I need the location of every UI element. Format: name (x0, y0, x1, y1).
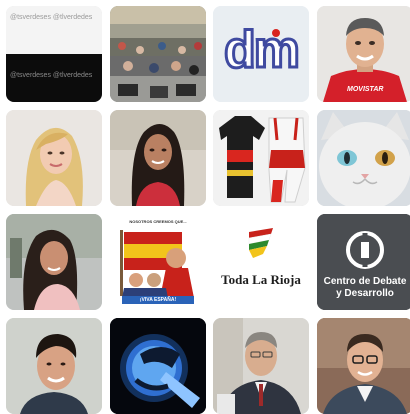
avatar-woman-curly-hair[interactable] (6, 214, 102, 310)
org-name-line1: Centro de Debate (323, 276, 407, 287)
avatar-image (6, 214, 102, 310)
avatar-woman-red-top[interactable] (110, 110, 206, 206)
avatar-white-cat[interactable] (317, 110, 410, 206)
avatar-glowing-logo[interactable] (110, 318, 206, 414)
avatar-young-man[interactable] (6, 318, 102, 414)
avatar-image (213, 110, 309, 206)
brand-name: Toda La Rioja (221, 272, 301, 287)
avatar-cycling-kit[interactable] (213, 110, 309, 206)
avatar-image (6, 110, 102, 206)
org-name-line2: y Desarrollo (336, 288, 394, 299)
avatar-image (6, 318, 102, 414)
avatar-dm-logo[interactable]: dm (213, 6, 309, 102)
avatar-viva-espana-poster[interactable]: NOSOTROS CREEMOS QUE... ¡VIVA ESPAÑA! (110, 214, 206, 310)
avatar-centro-debate[interactable]: Centro de Debate y Desarrollo (317, 214, 410, 310)
poster-header: NOSOTROS CREEMOS QUE... (129, 219, 187, 224)
avatar-conference-hall[interactable] (110, 6, 206, 102)
avatar-man-red-shirt[interactable]: MOVISTAR (317, 6, 410, 102)
avatar-man-in-suit[interactable] (213, 318, 309, 414)
avatar-man-glasses[interactable] (317, 318, 410, 414)
avatar-toda-la-rioja[interactable]: Toda La Rioja (213, 214, 309, 310)
avatar-image (317, 110, 410, 206)
poster-footer: ¡VIVA ESPAÑA! (139, 296, 177, 303)
handle-text-top: @tsverdeses @tlverdedes (10, 14, 93, 21)
glowing-emblem-icon (110, 318, 206, 414)
rioja-flag-icon (213, 214, 309, 310)
avatar-grid: @tsverdeses @tlverdedes @tsverdeses @tlv… (0, 0, 410, 414)
avatar-image (110, 6, 206, 102)
avatar-image (317, 318, 410, 414)
dm-logo-text: dm (223, 20, 302, 81)
avatar-image (110, 110, 206, 206)
shirt-text: MOVISTAR (347, 86, 384, 93)
avatar-blonde-woman[interactable] (6, 110, 102, 206)
avatar-image (213, 318, 309, 414)
handle-text-bottom: @tsverdeses @tlverdedes (10, 72, 93, 79)
avatar-tsverdeses[interactable]: @tsverdeses @tlverdedes @tsverdeses @tlv… (6, 6, 102, 102)
